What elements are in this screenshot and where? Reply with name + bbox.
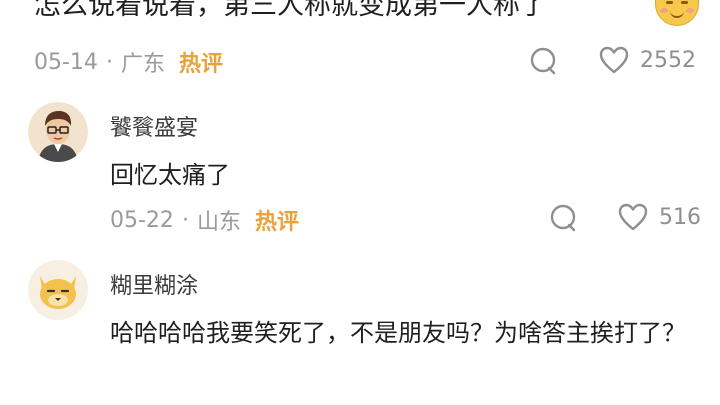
smiling-face-emoji-icon: [655, 0, 699, 26]
reply-date: 05-22: [110, 207, 174, 233]
reply-button[interactable]: [548, 203, 578, 233]
like-count: 516: [659, 204, 701, 230]
username[interactable]: 糊里糊涂: [110, 268, 198, 300]
top-comment: 怎么说着说着，第三人称就变成第一人称了 05-14 · 广东 热评 2552: [0, 0, 720, 90]
heart-outline-icon: [599, 46, 629, 74]
comment-bubble-icon: [530, 47, 556, 75]
heart-outline-icon: [618, 203, 648, 231]
avatar[interactable]: [28, 102, 88, 162]
comment-bubble-icon: [550, 204, 576, 232]
comment-date: 05-14: [34, 49, 98, 75]
cartoon-cat-avatar-icon: [28, 260, 88, 320]
like-count: 2552: [640, 47, 696, 73]
comment-location: 广东: [120, 52, 165, 77]
comment-meta: 05-14 · 广东 热评: [34, 46, 223, 78]
reply-item: 饕餮盛宴 回忆太痛了 05-22 · 山东 热评 516: [0, 100, 720, 235]
meta-separator: ·: [105, 49, 113, 75]
username[interactable]: 饕餮盛宴: [110, 110, 198, 142]
like-button[interactable]: 2552: [598, 45, 696, 75]
meta-separator: ·: [181, 207, 189, 233]
cartoon-man-avatar-icon: [28, 102, 88, 162]
reply-text: 哈哈哈哈我要笑死了，不是朋友吗？为啥答主挨打了？: [110, 319, 686, 347]
reply-button[interactable]: [528, 46, 558, 76]
reply-meta: 05-22 · 山东 热评: [110, 204, 299, 236]
reply-item: 糊里糊涂 哈哈哈哈我要笑死了，不是朋友吗？为啥答主挨打了？: [0, 258, 720, 405]
hot-badge: 热评: [254, 210, 299, 235]
hot-badge: 热评: [178, 52, 223, 77]
reply-location: 山东: [196, 210, 241, 235]
comment-text: 怎么说着说着，第三人称就变成第一人称了: [34, 0, 547, 21]
like-button[interactable]: 516: [617, 202, 701, 232]
avatar[interactable]: [28, 260, 88, 320]
reply-text: 回忆太痛了: [110, 161, 230, 189]
